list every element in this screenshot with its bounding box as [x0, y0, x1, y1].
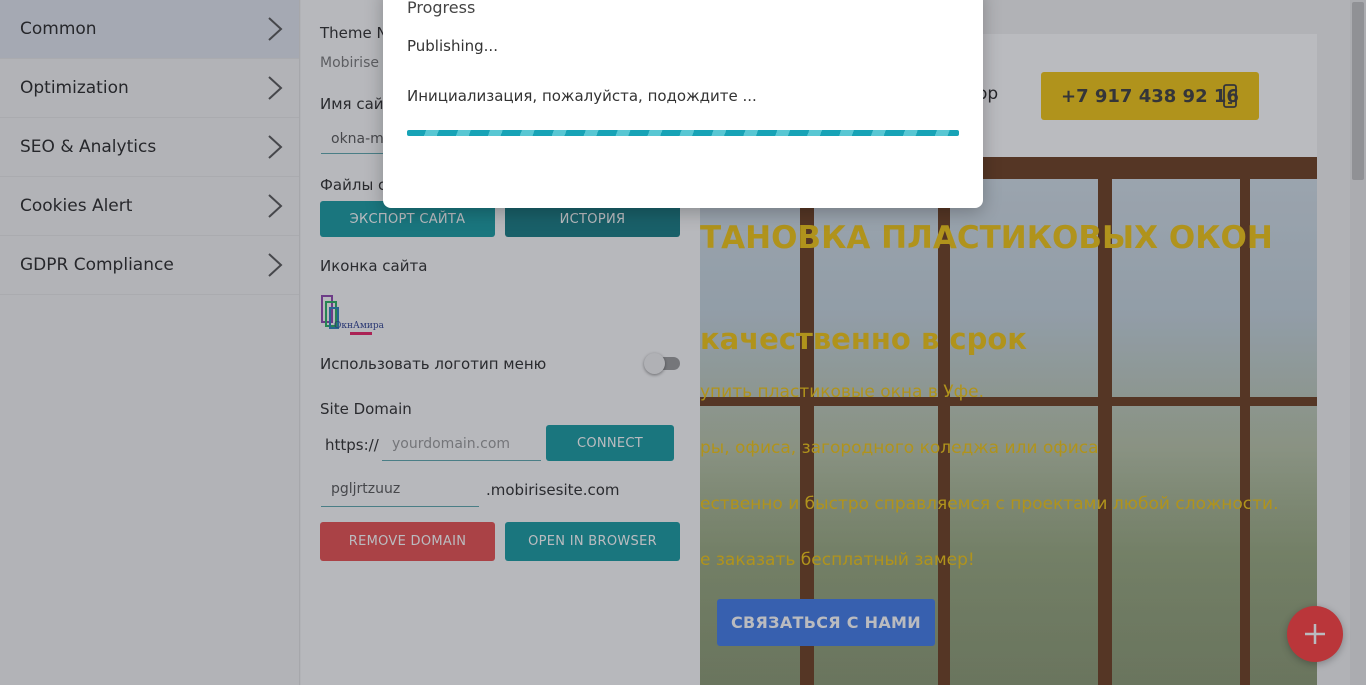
dialog-title: Progress — [407, 0, 476, 17]
progress-message: Инициализация, пожалуйста, подождите ... — [407, 87, 757, 105]
progress-bar — [407, 130, 959, 136]
publish-progress-dialog: Progress Publishing... Инициализация, по… — [383, 0, 983, 208]
publish-status: Publishing... — [407, 37, 498, 55]
